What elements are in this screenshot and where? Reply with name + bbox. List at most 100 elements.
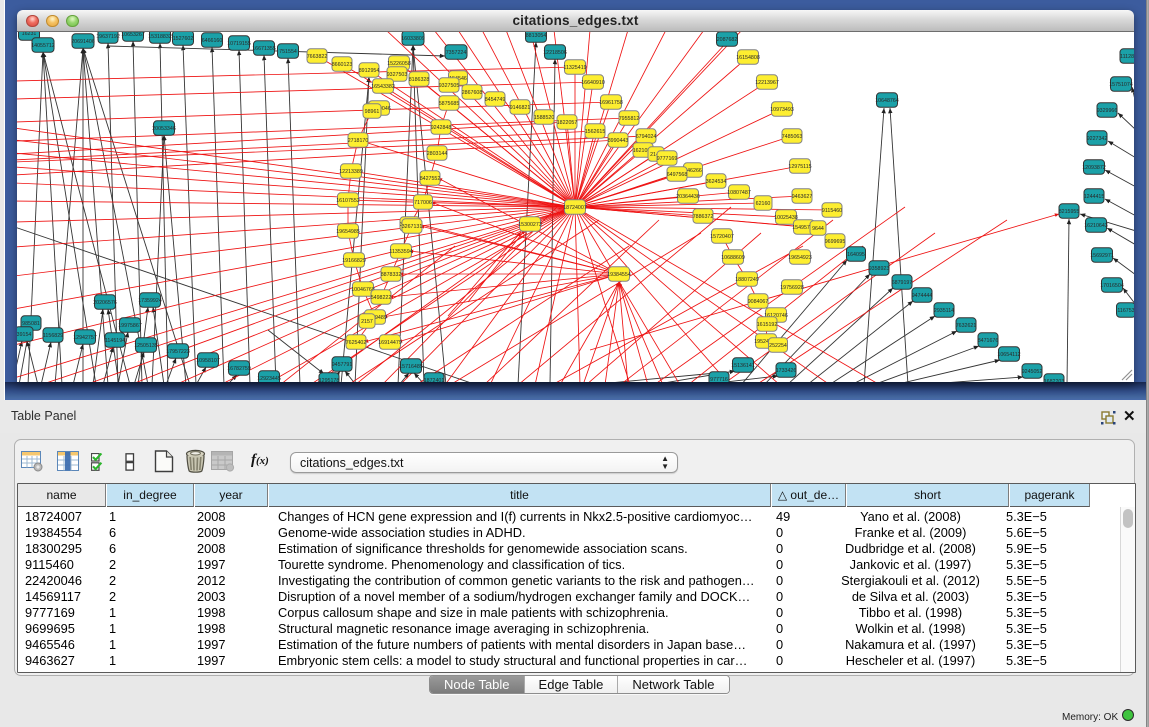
svg-text:1112842: 1112842 (1120, 54, 1134, 60)
svg-text:62160: 62160 (756, 201, 771, 207)
svg-text:2087682: 2087682 (717, 37, 738, 43)
svg-text:16033809: 16033809 (401, 36, 425, 42)
svg-text:8454749: 8454749 (485, 97, 506, 103)
svg-text:12923445: 12923445 (257, 376, 281, 382)
svg-text:11353594: 11353594 (389, 249, 412, 255)
svg-text:19654923: 19654923 (788, 255, 812, 261)
svg-text:8427552: 8427552 (420, 176, 441, 182)
svg-text:1156829: 1156829 (43, 333, 63, 339)
svg-text:16210643: 16210643 (1084, 223, 1108, 229)
svg-text:20053346: 20053346 (152, 126, 176, 132)
svg-text:12213967: 12213967 (755, 80, 779, 86)
svg-text:18724007: 18724007 (563, 205, 587, 211)
svg-text:10654112: 10654112 (997, 352, 1020, 358)
svg-text:16154808: 16154808 (736, 55, 760, 61)
svg-text:6466160: 6466160 (202, 38, 223, 44)
svg-text:9115460: 9115460 (822, 208, 842, 214)
svg-text:2718170: 2718170 (348, 138, 369, 144)
svg-text:5498222: 5498222 (371, 295, 392, 301)
svg-text:16543382: 16543382 (371, 84, 395, 90)
svg-text:16961758: 16961758 (599, 100, 623, 106)
svg-text:19756928: 19756928 (780, 285, 804, 291)
svg-text:19384554: 19384554 (607, 272, 631, 278)
svg-text:9245052: 9245052 (1022, 369, 1043, 375)
svg-text:2867608: 2867608 (462, 90, 483, 96)
svg-text:252254: 252254 (769, 343, 787, 349)
svg-text:164095: 164095 (847, 252, 865, 258)
svg-text:985081: 985081 (22, 321, 40, 327)
svg-text:9457791: 9457791 (332, 362, 353, 368)
svg-text:1733426: 1733426 (776, 368, 797, 374)
svg-text:8660123: 8660123 (332, 62, 353, 68)
svg-text:14055712: 14055712 (31, 43, 55, 49)
svg-text:8878332: 8878332 (381, 272, 402, 278)
svg-text:2935114: 2935114 (934, 308, 954, 314)
svg-text:9358923: 9358923 (869, 266, 890, 272)
svg-text:9463627: 9463627 (792, 194, 813, 200)
svg-text:20206576: 20206576 (93, 300, 117, 306)
svg-text:1588520: 1588520 (534, 115, 555, 121)
svg-text:717006: 717006 (414, 200, 432, 206)
svg-text:19975867: 19975867 (118, 323, 142, 329)
svg-text:8471676: 8471676 (978, 338, 999, 344)
svg-text:7663822: 7663822 (307, 54, 328, 60)
svg-text:12213389: 12213389 (339, 169, 363, 175)
svg-text:1527602: 1527602 (173, 36, 194, 42)
svg-text:20691406: 20691406 (71, 39, 95, 45)
svg-text:8990443: 8990443 (608, 138, 629, 144)
svg-text:16107552: 16107552 (336, 198, 360, 204)
svg-text:2803144: 2803144 (427, 151, 448, 157)
svg-text:9327503: 9327503 (387, 72, 408, 78)
svg-text:10648764: 10648764 (875, 98, 899, 104)
svg-text:7886372: 7886372 (693, 214, 714, 220)
svg-text:12093872: 12093872 (1082, 165, 1106, 171)
svg-text:7632621: 7632621 (956, 323, 977, 329)
svg-text:9329966: 9329966 (1097, 108, 1118, 114)
svg-text:1244415: 1244415 (1084, 194, 1105, 200)
svg-text:98961: 98961 (365, 109, 380, 115)
svg-text:9699695: 9699695 (825, 239, 846, 245)
svg-text:17957223: 17957223 (166, 349, 190, 355)
svg-text:7485063: 7485063 (782, 134, 803, 140)
svg-text:1145194: 1145194 (105, 338, 125, 344)
svg-text:10688609: 10688609 (721, 255, 745, 261)
svg-text:9084067: 9084067 (748, 299, 769, 305)
svg-text:8813054: 8813054 (526, 33, 547, 39)
svg-text:10973493: 10973493 (770, 107, 794, 113)
svg-text:977716: 977716 (710, 377, 728, 382)
svg-text:9777169: 9777169 (657, 156, 678, 162)
svg-text:9242848: 9242848 (431, 125, 452, 131)
svg-text:7625402: 7625402 (346, 340, 367, 346)
svg-text:12975115: 12975115 (788, 164, 811, 170)
svg-text:9146821: 9146821 (510, 105, 531, 111)
svg-text:15716485: 15716485 (399, 364, 423, 370)
svg-text:9474444: 9474444 (912, 293, 933, 299)
svg-text:19654985: 19654985 (336, 229, 360, 235)
svg-text:16914479: 16914479 (378, 340, 402, 346)
svg-text:10653267: 10653267 (121, 32, 145, 38)
svg-text:9227342: 9227342 (1087, 136, 1108, 142)
svg-text:15318832: 15318832 (148, 34, 172, 40)
svg-text:12505135: 12505135 (134, 343, 158, 349)
svg-text:18807249: 18807249 (735, 277, 759, 283)
svg-text:6497568: 6497568 (667, 172, 688, 178)
svg-text:10958107: 10958107 (196, 358, 220, 364)
svg-text:12218506: 12218506 (543, 50, 567, 56)
svg-text:17016504: 17016504 (1100, 283, 1124, 289)
svg-text:7955812: 7955812 (619, 116, 640, 122)
svg-text:5875685: 5875685 (439, 101, 460, 107)
svg-text:16640910: 16640910 (581, 80, 605, 86)
svg-text:6794024: 6794024 (636, 134, 657, 140)
svg-text:8912954: 8912954 (359, 68, 380, 74)
svg-text:3267131: 3267131 (402, 224, 423, 230)
svg-text:39154: 39154 (17, 332, 31, 338)
svg-text:1615192: 1615192 (757, 322, 778, 328)
svg-text:15226058: 15226058 (387, 61, 411, 67)
svg-text:19166829: 19166829 (342, 258, 366, 264)
svg-text:15692971: 15692971 (1090, 253, 1114, 259)
svg-text:7357224: 7357224 (446, 50, 467, 56)
svg-text:9644: 9644 (812, 226, 824, 232)
svg-text:1822057: 1822057 (557, 120, 578, 126)
svg-text:1562615: 1562615 (585, 129, 606, 135)
svg-text:15751074: 15751074 (1109, 82, 1133, 88)
